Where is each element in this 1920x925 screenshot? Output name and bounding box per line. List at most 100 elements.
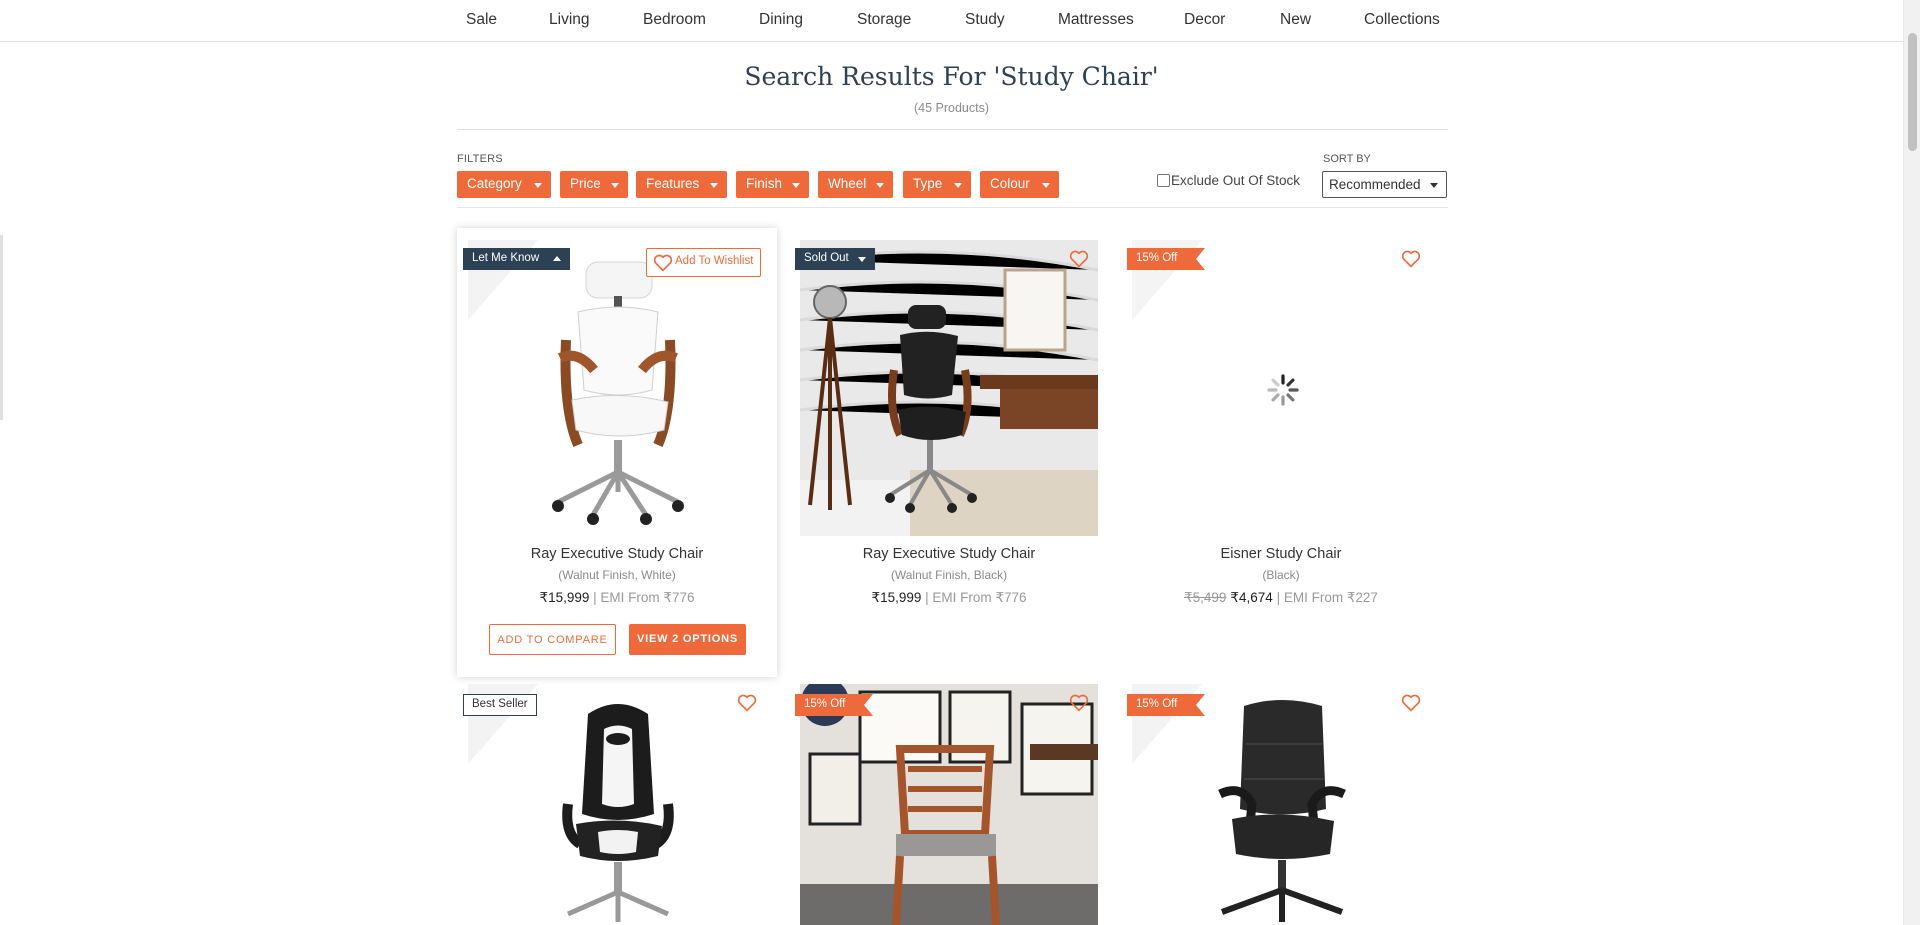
- product-image[interactable]: [1132, 684, 1430, 925]
- filter-type-button[interactable]: Type: [903, 171, 971, 198]
- product-emi: | EMI From ₹776: [593, 590, 695, 605]
- product-price: ₹15,999: [871, 590, 922, 605]
- product-variant: (Black): [1262, 568, 1300, 582]
- exclude-out-of-stock[interactable]: Exclude Out Of Stock: [1157, 173, 1300, 188]
- product-card[interactable]: 15% Off Eisner Study Chair (Black) ₹5,49…: [1121, 228, 1441, 628]
- heart-icon: [653, 254, 673, 272]
- heart-icon[interactable]: [1069, 694, 1089, 712]
- exclude-label: Exclude Out Of Stock: [1171, 173, 1301, 188]
- view-options-button[interactable]: VIEW 2 OPTIONS: [629, 624, 746, 655]
- scrollbar-thumb[interactable]: [1908, 33, 1917, 151]
- add-to-wishlist-button[interactable]: Add To Wishlist: [646, 248, 761, 277]
- product-price-line: ₹15,999 | EMI From ₹776: [457, 590, 777, 606]
- nav-living[interactable]: Living: [549, 11, 590, 29]
- add-to-compare-button[interactable]: ADD TO COMPARE: [489, 624, 616, 655]
- filter-label: Features: [646, 176, 700, 191]
- side-tab[interactable]: [0, 235, 3, 420]
- nav-sale[interactable]: Sale: [466, 11, 497, 29]
- heart-icon[interactable]: [1069, 250, 1089, 268]
- filter-finish-button[interactable]: Finish: [736, 171, 809, 198]
- nav-decor[interactable]: Decor: [1184, 11, 1225, 29]
- badge-best-seller: Best Seller: [463, 694, 537, 716]
- product-count: (45 Products): [913, 101, 990, 115]
- product-card[interactable]: Let Me Know Add To Wishlist Ray Executiv…: [457, 228, 777, 677]
- caret-down-icon: [954, 183, 962, 188]
- product-emi: | EMI From ₹776: [925, 590, 1027, 605]
- sort-selected-value: Recommended: [1329, 177, 1421, 192]
- product-price-line: ₹15,999 | EMI From ₹776: [789, 590, 1109, 606]
- sort-select[interactable]: Recommended: [1322, 171, 1447, 198]
- filters-label: FILTERS: [457, 153, 503, 165]
- filter-label: Colour: [990, 176, 1030, 191]
- caret-down-icon: [858, 257, 866, 262]
- filter-label: Type: [913, 176, 943, 191]
- wishlist-label: Add To Wishlist: [675, 255, 754, 267]
- badge-discount: 15% Off: [795, 694, 873, 716]
- product-card[interactable]: Best Seller: [457, 672, 777, 925]
- exclude-checkbox[interactable]: [1157, 174, 1170, 187]
- product-name[interactable]: Ray Executive Study Chair: [457, 546, 777, 562]
- heart-icon[interactable]: [737, 694, 757, 712]
- heart-icon[interactable]: [1401, 694, 1421, 712]
- sort-by-label: SORT BY: [1323, 153, 1371, 165]
- chair-image-white: [468, 240, 766, 536]
- product-card[interactable]: Sold Out Ray Executive Study Chair (Waln…: [789, 228, 1109, 628]
- nav-collections[interactable]: Collections: [1364, 11, 1440, 29]
- nav-storage[interactable]: Storage: [857, 11, 911, 29]
- badge-discount: 15% Off: [1127, 694, 1205, 716]
- product-price-line: ₹5,499 ₹4,674 | EMI From ₹227: [1121, 590, 1441, 606]
- chair-image-racing: [468, 684, 766, 925]
- caret-down-icon: [1430, 183, 1438, 188]
- loading-spinner-icon: [1267, 374, 1299, 406]
- product-emi: | EMI From ₹227: [1276, 590, 1378, 605]
- nav-dining[interactable]: Dining: [759, 11, 803, 29]
- product-image[interactable]: [800, 240, 1098, 536]
- nav-bedroom[interactable]: Bedroom: [643, 11, 706, 29]
- filter-wheel-button[interactable]: Wheel: [818, 171, 893, 198]
- product-variant: (Walnut Finish, White): [558, 568, 676, 582]
- top-navigation: Sale Living Bedroom Dining Storage Study…: [0, 0, 1903, 42]
- product-name[interactable]: Ray Executive Study Chair: [789, 546, 1109, 562]
- filter-colour-button[interactable]: Colour: [980, 171, 1059, 198]
- chair-image-wooden: [800, 684, 1098, 925]
- filter-features-button[interactable]: Features: [636, 171, 727, 198]
- filter-label: Wheel: [828, 176, 867, 191]
- divider: [457, 129, 1448, 130]
- filter-category-button[interactable]: Category: [457, 171, 551, 198]
- nav-study[interactable]: Study: [965, 11, 1005, 29]
- badge-discount: 15% Off: [1127, 248, 1205, 270]
- caret-down-icon: [876, 183, 884, 188]
- product-price: ₹15,999: [539, 590, 590, 605]
- product-image[interactable]: [468, 240, 766, 536]
- caret-down-icon: [534, 183, 542, 188]
- chair-image-leather: [1132, 684, 1430, 925]
- filter-label: Price: [570, 176, 601, 191]
- product-image[interactable]: [800, 684, 1098, 925]
- caret-down-icon: [792, 183, 800, 188]
- product-old-price: ₹5,499: [1184, 590, 1227, 605]
- filter-label: Category: [467, 176, 522, 191]
- chair-image-black-room: [800, 240, 1098, 536]
- divider: [457, 207, 1448, 208]
- filter-label: Finish: [746, 176, 783, 191]
- heart-icon[interactable]: [1401, 250, 1421, 268]
- product-image[interactable]: [468, 684, 766, 925]
- nav-mattresses[interactable]: Mattresses: [1058, 11, 1134, 29]
- caret-up-icon: [553, 256, 561, 261]
- badge-let-me-know[interactable]: Let Me Know: [463, 248, 570, 270]
- badge-label: Sold Out: [804, 252, 849, 264]
- product-name[interactable]: Eisner Study Chair: [1121, 546, 1441, 562]
- product-card[interactable]: 15% Off: [1121, 672, 1441, 925]
- nav-new[interactable]: New: [1280, 11, 1311, 29]
- product-variant: (Walnut Finish, Black): [890, 568, 1008, 582]
- page-scrollbar[interactable]: [1903, 0, 1920, 925]
- badge-sold-out[interactable]: Sold Out: [795, 248, 875, 270]
- page-title: Search Results For 'Study Chair': [744, 62, 1159, 91]
- caret-down-icon: [710, 183, 718, 188]
- caret-down-icon: [1042, 183, 1050, 188]
- caret-down-icon: [611, 183, 619, 188]
- filter-price-button[interactable]: Price: [560, 171, 628, 198]
- product-card[interactable]: 15% Off: [789, 672, 1109, 925]
- product-price: ₹4,674: [1230, 590, 1273, 605]
- badge-label: Let Me Know: [472, 252, 540, 264]
